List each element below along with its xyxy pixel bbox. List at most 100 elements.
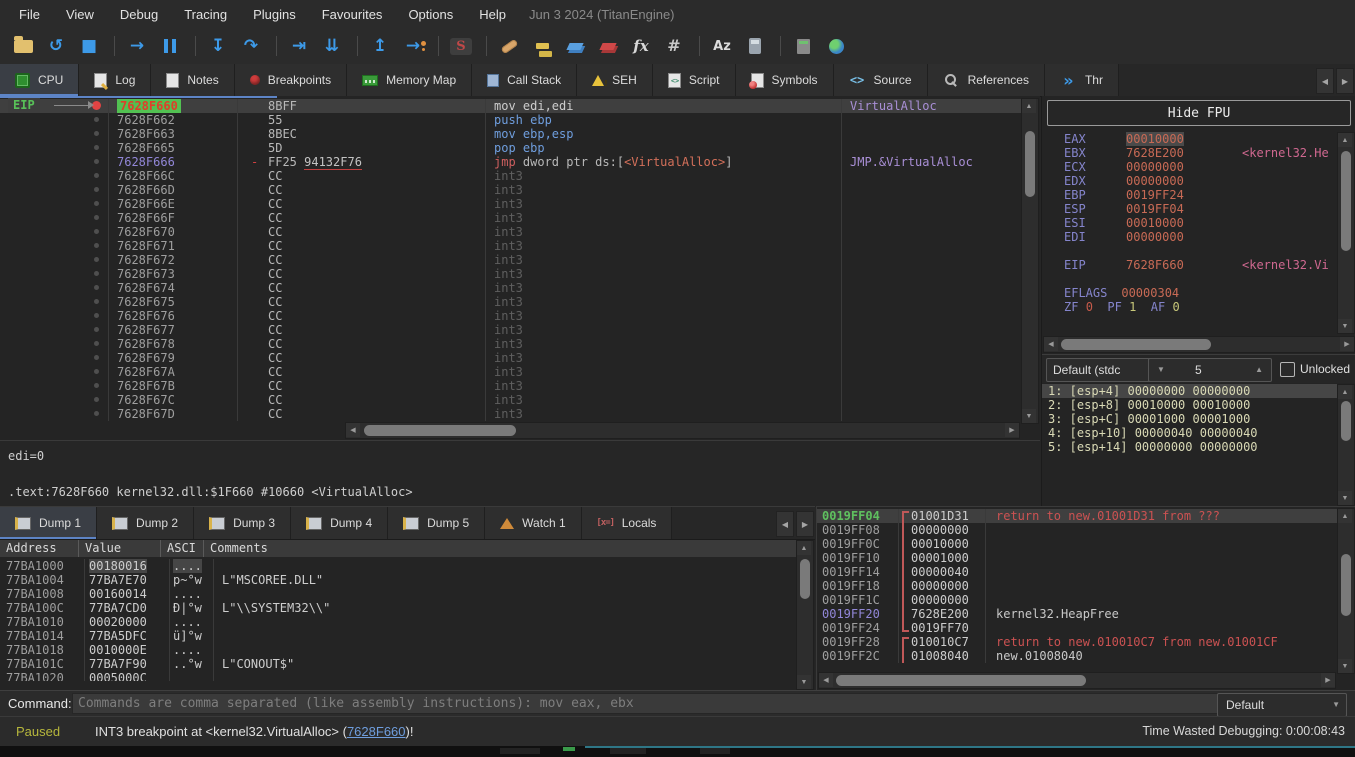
menu-item-plugins[interactable]: Plugins [240, 0, 309, 28]
hide-fpu-button[interactable]: Hide FPU [1047, 100, 1351, 126]
stack-row[interactable]: 0019FF240019FF70 [817, 621, 1337, 635]
breakpoint-gutter[interactable] [0, 379, 108, 393]
breakpoint-gutter[interactable] [0, 267, 108, 281]
scroll-left-icon[interactable]: ◀ [1044, 337, 1058, 351]
argument-row[interactable]: 5: [esp+14] 00000000 00000000 [1042, 440, 1338, 454]
register-row[interactable]: EBP0019FF24 [1042, 188, 1338, 202]
disasm-row[interactable]: 7628F6655Dpop ebp [0, 141, 1022, 155]
hash-button[interactable]: # [659, 33, 689, 59]
tab-watch-1[interactable]: Watch 1 [485, 507, 582, 539]
scroll-up-icon[interactable]: ▲ [1338, 133, 1352, 147]
args-count-spinner[interactable]: ▼ 5 ▲ [1148, 358, 1272, 382]
restart-button[interactable]: ↺ [41, 33, 71, 59]
gutter-dot-icon[interactable] [94, 243, 99, 248]
argument-row[interactable]: 1: [esp+4] 00000000 00000000 [1042, 384, 1338, 398]
scroll-down-icon[interactable]: ▼ [1338, 659, 1352, 673]
disasm-row[interactable]: 7628F675CCint3 [0, 295, 1022, 309]
unlocked-checkbox[interactable] [1280, 362, 1295, 377]
scroll-thumb[interactable] [1341, 151, 1351, 251]
argument-row[interactable]: 2: [esp+8] 00010000 00010000 [1042, 398, 1338, 412]
stack-row[interactable]: 0019FF1800000000 [817, 579, 1337, 593]
disasm-row[interactable]: 7628F66FCCint3 [0, 211, 1022, 225]
breakpoint-gutter[interactable] [0, 155, 108, 169]
disasm-row[interactable]: 7628F677CCint3 [0, 323, 1022, 337]
dump-row[interactable]: 77BA101000020000.... [0, 615, 797, 629]
comments-button[interactable] [527, 33, 557, 59]
scroll-right-icon[interactable]: ▶ [1340, 337, 1354, 351]
tab-seh[interactable]: SEH [577, 64, 653, 96]
stack-row[interactable]: 0019FF0800000000 [817, 523, 1337, 537]
gutter-dot-icon[interactable] [94, 131, 99, 136]
disasm-row[interactable]: 7628F671CCint3 [0, 239, 1022, 253]
breakpoint-gutter[interactable] [0, 407, 108, 421]
stack-row[interactable]: 0019FF2C01008040new.01008040 [817, 649, 1337, 663]
gutter-dot-icon[interactable] [94, 285, 99, 290]
stack-row[interactable]: 0019FF1400000040 [817, 565, 1337, 579]
tab-dump-4[interactable]: Dump 4 [291, 507, 388, 539]
register-row[interactable]: ESI00010000 [1042, 216, 1338, 230]
registers-hscrollbar[interactable]: ◀ ▶ [1043, 336, 1355, 353]
menu-item-file[interactable]: File [6, 0, 53, 28]
breakpoint-gutter[interactable] [0, 197, 108, 211]
scroll-thumb[interactable] [836, 675, 1086, 686]
step-over-button[interactable]: ↷ [236, 33, 266, 59]
breakpoint-gutter[interactable] [0, 323, 108, 337]
disasm-row[interactable]: 7628F6608BFFmov edi,ediVirtualAlloc [0, 99, 1022, 113]
step-into-button[interactable]: ↧ [203, 33, 233, 59]
tab-script[interactable]: Script [653, 64, 736, 96]
register-row[interactable]: EIP7628F660<kernel32.Vi [1042, 258, 1338, 272]
tab-call-stack[interactable]: Call Stack [472, 64, 577, 96]
scroll-down-icon[interactable]: ▼ [1022, 409, 1036, 423]
calculator-button[interactable] [740, 33, 770, 59]
tab-notes[interactable]: Notes [151, 64, 234, 96]
disasm-row[interactable]: 7628F674CCint3 [0, 281, 1022, 295]
stack-row[interactable]: 0019FF0C00010000 [817, 537, 1337, 551]
disasm-row[interactable]: 7628F670CCint3 [0, 225, 1022, 239]
scroll-down-icon[interactable]: ▼ [1338, 491, 1352, 505]
scroll-down-icon[interactable]: ▼ [797, 675, 811, 689]
gutter-dot-icon[interactable] [94, 341, 99, 346]
dump-row[interactable]: 77BA101C77BA7F90..°wL"CONOUT$" [0, 657, 797, 671]
stack-row[interactable]: 0019FF1000001000 [817, 551, 1337, 565]
functions-button[interactable]: fx [626, 33, 656, 59]
menu-item-tracing[interactable]: Tracing [171, 0, 240, 28]
disasm-row[interactable]: 7628F673CCint3 [0, 267, 1022, 281]
spin-down-icon[interactable]: ▼ [1157, 359, 1165, 381]
tab-thr[interactable]: »Thr [1045, 64, 1119, 96]
run-button[interactable]: → [122, 33, 152, 59]
breakpoint-gutter[interactable] [0, 337, 108, 351]
trace-into-button[interactable]: ⇊ [317, 33, 347, 59]
gutter-dot-icon[interactable] [94, 355, 99, 360]
register-row[interactable]: EAX00010000 [1042, 132, 1338, 146]
labels-button[interactable] [560, 33, 590, 59]
breakpoint-gutter[interactable] [0, 253, 108, 267]
gutter-dot-icon[interactable] [94, 145, 99, 150]
breakpoint-gutter[interactable] [0, 211, 108, 225]
disasm-row[interactable]: 7628F678CCint3 [0, 337, 1022, 351]
gutter-dot-icon[interactable] [94, 327, 99, 332]
disasm-row[interactable]: 7628F676CCint3 [0, 309, 1022, 323]
gutter-dot-icon[interactable] [94, 201, 99, 206]
breakpoint-gutter[interactable] [0, 169, 108, 183]
scroll-up-icon[interactable]: ▲ [1022, 99, 1036, 113]
gutter-dot-icon[interactable] [94, 411, 99, 416]
menu-item-favourites[interactable]: Favourites [309, 0, 396, 28]
tab-source[interactable]: <>Source [834, 64, 928, 96]
font-button[interactable]: Az [707, 33, 737, 59]
breakpoint-gutter[interactable] [0, 393, 108, 407]
register-row[interactable] [1042, 244, 1338, 258]
dump-row[interactable]: 77BA100477BA7E70p~°wL"MSCOREE.DLL" [0, 573, 797, 587]
stack-row[interactable]: 0019FF207628E200kernel32.HeapFree [817, 607, 1337, 621]
register-row[interactable]: ECX00000000 [1042, 160, 1338, 174]
scroll-up-icon[interactable]: ▲ [797, 541, 811, 555]
disasm-row[interactable]: 7628F666-FF25 94132F76jmp dword ptr ds:[… [0, 155, 1022, 169]
disasm-row[interactable]: 7628F66DCCint3 [0, 183, 1022, 197]
disasm-hscrollbar[interactable]: ◀ ▶ [345, 422, 1020, 439]
scroll-thumb[interactable] [1341, 554, 1351, 616]
disasm-row[interactable]: 7628F67CCCint3 [0, 393, 1022, 407]
tab-scroll-left-icon[interactable]: ◀ [1316, 68, 1334, 94]
disasm-row[interactable]: 7628F66ECCint3 [0, 197, 1022, 211]
open-file-button[interactable] [8, 33, 38, 59]
scroll-thumb[interactable] [364, 425, 516, 436]
tab-symbols[interactable]: Symbols [736, 64, 834, 96]
